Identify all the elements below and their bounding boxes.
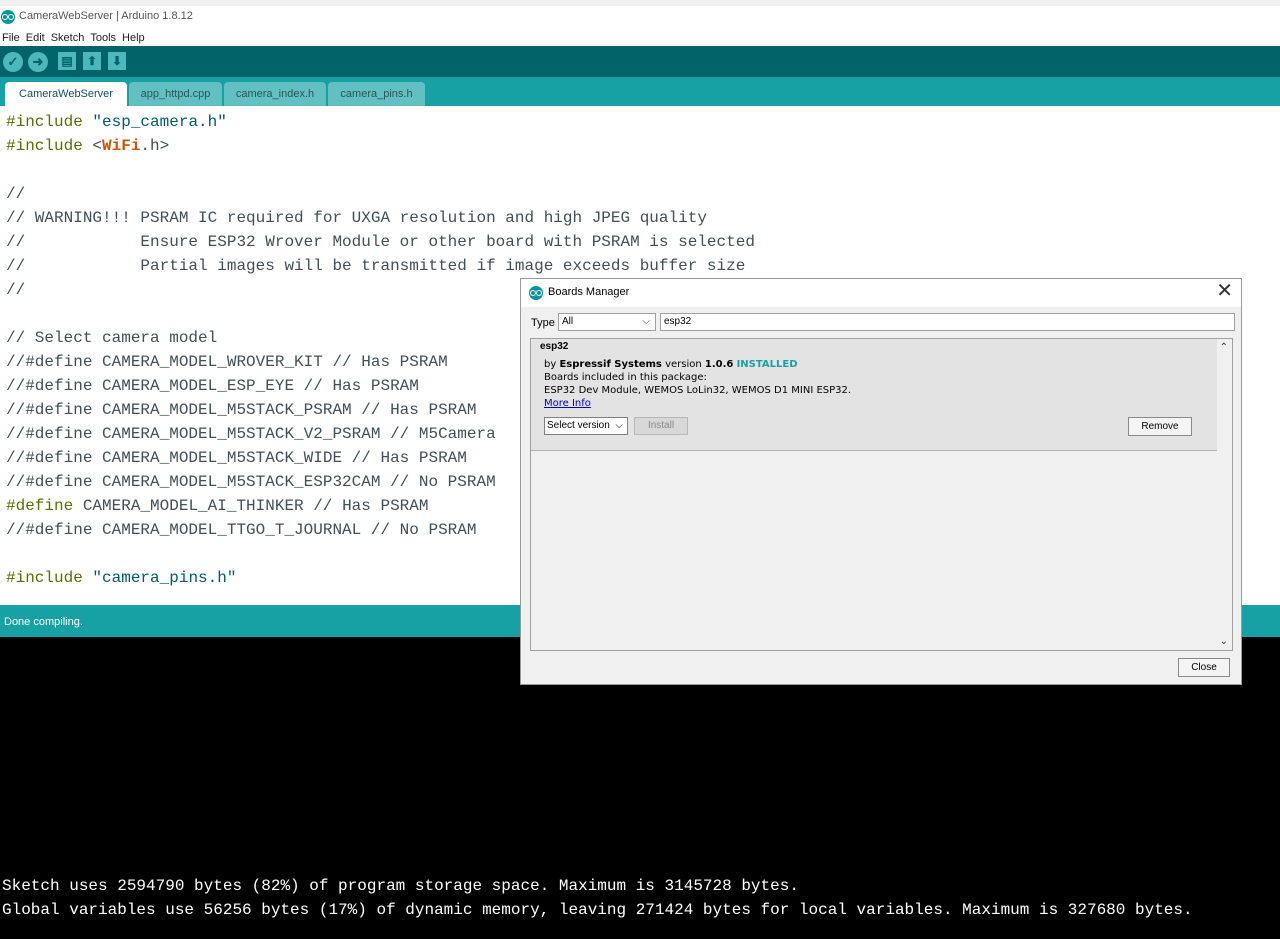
window-title: CameraWebServer | Arduino 1.8.12 <box>19 10 193 22</box>
menu-edit[interactable]: Edit <box>26 30 45 46</box>
toolbar: ✓ ➜ ▤ ⬆ ⬇ <box>0 47 1280 77</box>
new-file-icon: ▤ <box>61 54 73 68</box>
code-line: //#define CAMERA_MODEL_M5STACK_ESP32CAM … <box>6 473 496 491</box>
package-author-line: by Espressif Systems version 1.0.6 INSTA… <box>544 359 798 370</box>
menu-bar: File Edit Sketch Tools Help <box>0 28 1280 48</box>
code-line: // WARNING!!! PSRAM IC required for UXGA… <box>6 209 707 227</box>
code-line: // Partial images will be transmitted if… <box>6 257 746 275</box>
install-button[interactable]: Install <box>634 417 688 435</box>
menu-help[interactable]: Help <box>122 30 145 46</box>
more-info-link[interactable]: More Info <box>544 398 591 409</box>
boards-included-label: Boards included in this package: <box>544 372 707 383</box>
code-line: // <box>6 185 26 203</box>
menu-file[interactable]: File <box>2 30 20 46</box>
installed-badge: INSTALLED <box>736 359 798 370</box>
arduino-logo-icon <box>529 286 543 300</box>
arrow-up-icon: ⬆ <box>86 54 98 68</box>
open-sketch-button[interactable]: ⬆ <box>83 52 101 70</box>
type-dropdown[interactable]: All ⌵ <box>558 313 656 331</box>
code-line: // <box>6 281 26 299</box>
checkmark-icon: ✓ <box>7 54 19 69</box>
version-select[interactable]: Select version ⌵ <box>544 417 628 435</box>
code-line: //#define CAMERA_MODEL_WROVER_KIT // Has… <box>6 353 448 371</box>
scroll-down-icon[interactable]: ⌄ <box>1220 636 1228 647</box>
tab-camerawebserver[interactable]: CameraWebServer § <box>5 82 127 124</box>
boards-manager-dialog: Boards Manager ✕ Type All ⌵ esp32 esp32 … <box>520 278 1242 685</box>
code-line: //#define CAMERA_MODEL_M5STACK_PSRAM // … <box>6 401 477 419</box>
menu-sketch[interactable]: Sketch <box>51 30 85 46</box>
code-line: //#define CAMERA_MODEL_M5STACK_WIDE // H… <box>6 449 467 467</box>
verify-button[interactable]: ✓ <box>3 52 23 72</box>
dialog-title: Boards Manager <box>548 286 630 298</box>
board-package-entry[interactable]: esp32 by Espressif Systems version 1.0.6… <box>531 339 1217 451</box>
window-titlebar: CameraWebServer | Arduino 1.8.12 <box>0 0 1280 28</box>
code-line: #include <WiFi.h> <box>6 137 170 155</box>
upload-button[interactable]: ➜ <box>28 52 48 72</box>
arrow-right-icon: ➜ <box>32 54 44 69</box>
tab-camera-index[interactable]: camera_index.h <box>224 82 326 106</box>
new-sketch-button[interactable]: ▤ <box>58 52 76 70</box>
status-message: Done compiling. <box>4 616 83 628</box>
arrow-down-icon: ⬇ <box>111 54 123 68</box>
code-line: #define CAMERA_MODEL_AI_THINKER // Has P… <box>6 497 429 515</box>
close-button[interactable]: Close <box>1178 658 1230 677</box>
package-name: esp32 <box>540 341 569 352</box>
code-line: //#define CAMERA_MODEL_ESP_EYE // Has PS… <box>6 377 419 395</box>
remove-button[interactable]: Remove <box>1128 417 1192 436</box>
tab-camera-pins[interactable]: camera_pins.h <box>328 82 425 106</box>
search-input[interactable]: esp32 <box>660 313 1235 331</box>
code-line: //#define CAMERA_MODEL_M5STACK_V2_PSRAM … <box>6 425 496 443</box>
save-sketch-button[interactable]: ⬇ <box>108 52 126 70</box>
console-line: Global variables use 56256 bytes (17%) o… <box>2 901 1193 919</box>
tab-bar: CameraWebServer § app_httpd.cpp camera_i… <box>0 77 1280 124</box>
code-line: // Ensure ESP32 Wrover Module or other b… <box>6 233 755 251</box>
code-line: #include "camera_pins.h" <box>6 569 237 587</box>
tab-app-httpd[interactable]: app_httpd.cpp <box>129 82 222 106</box>
boards-list[interactable]: esp32 by Espressif Systems version 1.0.6… <box>530 338 1233 651</box>
console-line: Sketch uses 2594790 bytes (82%) of progr… <box>2 877 799 895</box>
menu-tools[interactable]: Tools <box>90 30 116 46</box>
code-line: //#define CAMERA_MODEL_TTGO_T_JOURNAL //… <box>6 521 477 539</box>
dialog-titlebar: Boards Manager ✕ <box>521 279 1241 307</box>
chevron-down-icon: ⌵ <box>642 316 650 327</box>
boards-included-list: ESP32 Dev Module, WEMOS LoLin32, WEMOS D… <box>544 385 852 396</box>
chevron-down-icon: ⌵ <box>615 420 623 431</box>
code-line: #include "esp_camera.h" <box>6 113 227 131</box>
scroll-up-icon[interactable]: ⌃ <box>1220 342 1228 353</box>
code-line: // Select camera model <box>6 329 218 347</box>
type-label: Type <box>531 317 555 329</box>
arduino-logo-icon <box>1 10 15 24</box>
close-icon[interactable]: ✕ <box>1216 281 1233 301</box>
